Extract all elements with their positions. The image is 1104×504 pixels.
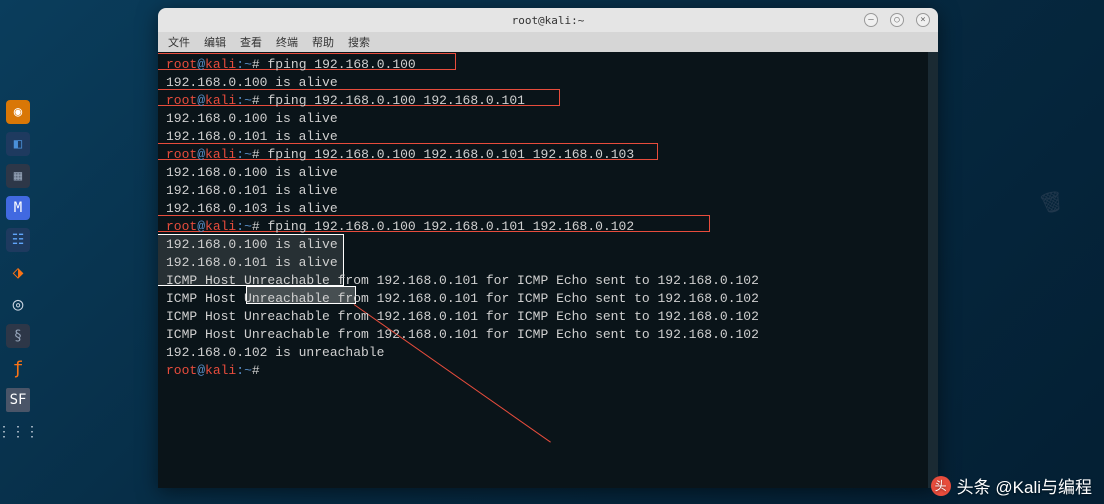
output-line: 192.168.0.100 is alive bbox=[166, 236, 930, 254]
output-line: 192.168.0.100 is alive bbox=[166, 164, 930, 182]
command-text: fping 192.168.0.100 192.168.0.101 bbox=[268, 93, 525, 108]
command-text: fping 192.168.0.100 192.168.0.101 192.16… bbox=[268, 219, 635, 234]
dock-item-2[interactable]: ◧ bbox=[6, 132, 30, 156]
minimize-button[interactable]: – bbox=[864, 13, 878, 27]
desktop-trash-icon[interactable]: 🗑 bbox=[1036, 187, 1067, 218]
menu-view[interactable]: 查看 bbox=[240, 34, 262, 50]
window-titlebar[interactable]: root@kali:~ – ○ × bbox=[158, 8, 938, 32]
dock-item-3[interactable]: ▦ bbox=[6, 164, 30, 188]
menu-edit[interactable]: 编辑 bbox=[204, 34, 226, 50]
window-title: root@kali:~ bbox=[512, 14, 585, 27]
output-line: ICMP Host Unreachable from 192.168.0.101… bbox=[166, 326, 930, 344]
menu-file[interactable]: 文件 bbox=[168, 34, 190, 50]
dock-item-7[interactable]: ◎ bbox=[6, 292, 30, 316]
menu-terminal[interactable]: 终端 bbox=[276, 34, 298, 50]
menubar: 文件 编辑 查看 终端 帮助 搜索 bbox=[158, 32, 938, 52]
output-line: ICMP Host Unreachable from 192.168.0.101… bbox=[166, 290, 930, 308]
close-button[interactable]: × bbox=[916, 13, 930, 27]
output-line: 192.168.0.101 is alive bbox=[166, 254, 930, 272]
output-line: 192.168.0.103 is alive bbox=[166, 200, 930, 218]
scrollbar[interactable] bbox=[928, 52, 938, 488]
watermark-text: 头条 @Kali与编程 bbox=[957, 473, 1092, 498]
prompt-line: root@kali:~# fping 192.168.0.100 192.168… bbox=[166, 218, 930, 236]
dock-item-9[interactable]: ƒ bbox=[6, 356, 30, 380]
prompt-line: root@kali:~# bbox=[166, 362, 930, 380]
prompt-line: root@kali:~# fping 192.168.0.100 192.168… bbox=[166, 146, 930, 164]
prompt-user: root bbox=[166, 57, 197, 72]
prompt-line: root@kali:~# fping 192.168.0.100 192.168… bbox=[166, 92, 930, 110]
output-line: ICMP Host Unreachable from 192.168.0.101… bbox=[166, 308, 930, 326]
terminal-body[interactable]: root@kali:~# fping 192.168.0.100 192.168… bbox=[158, 52, 938, 488]
output-line: 192.168.0.100 is alive bbox=[166, 110, 930, 128]
dock-item-8[interactable]: § bbox=[6, 324, 30, 348]
output-line: 192.168.0.102 is unreachable bbox=[166, 344, 930, 362]
output-line: ICMP Host Unreachable from 192.168.0.101… bbox=[166, 272, 930, 290]
prompt-line: root@kali:~# fping 192.168.0.100 bbox=[166, 56, 930, 74]
menu-search[interactable]: 搜索 bbox=[348, 34, 370, 50]
command-text: fping 192.168.0.100 192.168.0.101 192.16… bbox=[268, 147, 635, 162]
dock-item-10[interactable]: SF bbox=[6, 388, 30, 412]
dock-item-5[interactable]: ☷ bbox=[6, 228, 30, 252]
dock-item-4[interactable]: M bbox=[6, 196, 30, 220]
menu-help[interactable]: 帮助 bbox=[312, 34, 334, 50]
output-line: 192.168.0.101 is alive bbox=[166, 128, 930, 146]
dock-item-6[interactable]: ⬗ bbox=[6, 260, 30, 284]
command-text: fping 192.168.0.100 bbox=[268, 57, 416, 72]
dock-item-1[interactable]: ◉ bbox=[6, 100, 30, 124]
output-line: 192.168.0.100 is alive bbox=[166, 74, 930, 92]
watermark: 头 头条 @Kali与编程 bbox=[931, 473, 1092, 498]
maximize-button[interactable]: ○ bbox=[890, 13, 904, 27]
dock: ◉ ◧ ▦ M ☷ ⬗ ◎ § ƒ SF ⋮⋮⋮ bbox=[6, 100, 34, 444]
terminal-window: root@kali:~ – ○ × 文件 编辑 查看 终端 帮助 搜索 root… bbox=[158, 8, 938, 488]
output-line: 192.168.0.101 is alive bbox=[166, 182, 930, 200]
dock-apps-icon[interactable]: ⋮⋮⋮ bbox=[6, 420, 30, 444]
watermark-icon: 头 bbox=[931, 476, 951, 496]
